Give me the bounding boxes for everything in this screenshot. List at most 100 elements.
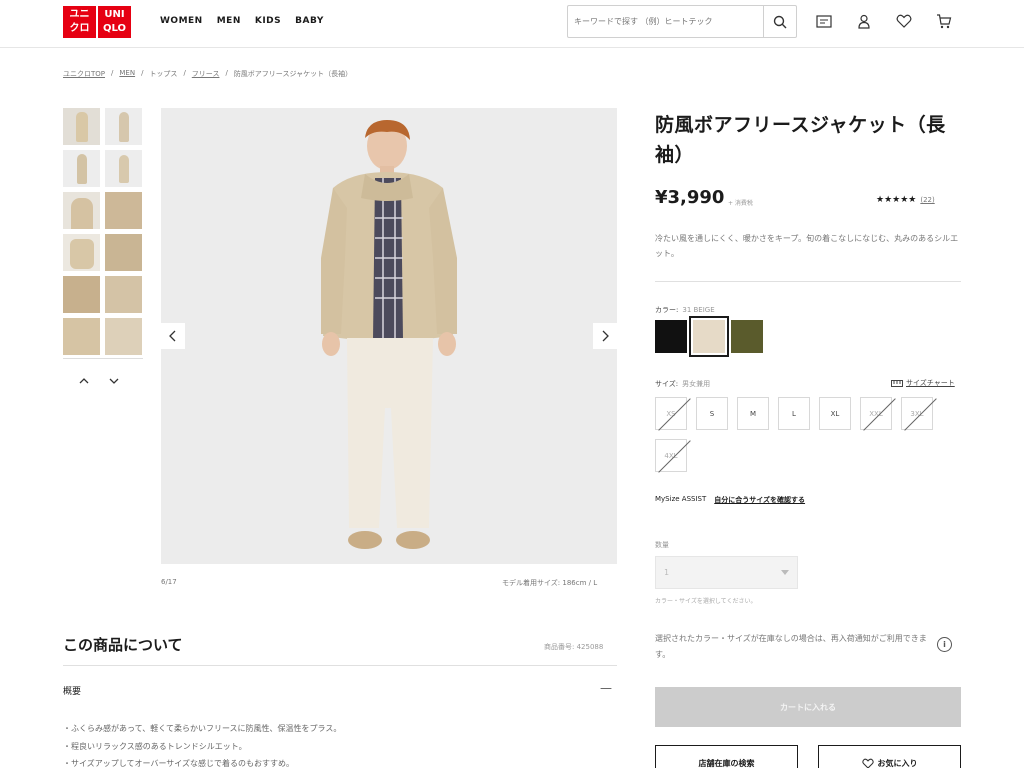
favorite-label: お気に入り — [877, 758, 918, 768]
search-button[interactable] — [763, 6, 796, 37]
size-label: サイズ: 男女兼用 — [655, 379, 710, 389]
heart-icon[interactable] — [895, 12, 913, 30]
header-icons — [815, 12, 953, 30]
prev-image-button[interactable] — [161, 323, 185, 349]
color-value: 31 BEIGE — [682, 306, 715, 314]
thumbnail[interactable] — [105, 318, 142, 355]
heart-icon — [861, 758, 874, 768]
size-option-3xl[interactable]: 3XL — [901, 397, 933, 430]
size-value: 男女兼用 — [682, 380, 711, 388]
chevron-up-icon[interactable] — [78, 376, 90, 386]
logo-latin-block: UNI QLO — [98, 6, 131, 38]
chevron-down-icon — [781, 570, 789, 575]
breadcrumb-current: 防風ボアフリースジャケット（長袖） — [233, 70, 353, 78]
add-to-cart-button[interactable]: カートに入れる — [655, 687, 961, 727]
store-stock-button[interactable]: 店舗在庫の検索 — [655, 745, 798, 768]
thumbnail-selected[interactable] — [105, 150, 142, 187]
logo-katakana-block: ユニ クロ — [63, 6, 96, 38]
model-size-info: モデル着用サイズ: 186cm / L — [502, 579, 598, 587]
color-swatch-black[interactable] — [655, 320, 687, 353]
site-header: ユニ クロ UNI QLO WOMEN MEN KIDS BABY — [0, 0, 1024, 48]
uniqlo-logo[interactable]: ユニ クロ UNI QLO — [63, 6, 131, 38]
size-option-m[interactable]: M — [737, 397, 769, 430]
thumbnail[interactable] — [63, 150, 100, 187]
nav-kids[interactable]: KIDS — [255, 16, 281, 26]
thumbnail[interactable] — [63, 192, 100, 229]
divider — [655, 281, 961, 282]
thumbnail[interactable] — [105, 192, 142, 229]
about-divider — [63, 665, 617, 666]
size-option-xl[interactable]: XL — [819, 397, 851, 430]
breadcrumb-tops[interactable]: トップス — [149, 69, 177, 79]
chevron-down-icon[interactable] — [108, 376, 120, 386]
product-description: 冷たい風を通しにくく、暖かさをキープ。旬の着こなしになじむ、丸みのあるシルエット… — [655, 234, 959, 258]
ruler-icon — [891, 379, 903, 387]
color-label: カラー: 31 BEIGE — [655, 305, 715, 315]
product-title: 防風ボアフリースジャケット（長袖） — [655, 114, 946, 166]
user-icon[interactable] — [855, 12, 873, 30]
size-option-s[interactable]: S — [696, 397, 728, 430]
thumbnail[interactable] — [63, 318, 100, 355]
color-swatch-olive[interactable] — [731, 320, 763, 353]
image-counter: 6/17 — [161, 578, 177, 586]
overview-heading[interactable]: 概要 — [63, 684, 81, 697]
thumbnail[interactable] — [105, 234, 142, 271]
breadcrumb-men[interactable]: MEN — [119, 69, 135, 79]
size-option-xxl[interactable]: XXL — [860, 397, 892, 430]
size-option-4xl[interactable]: 4XL — [655, 439, 687, 472]
nav-men[interactable]: MEN — [217, 16, 241, 26]
quantity-value: 1 — [664, 568, 670, 577]
size-label-text: サイズ: — [655, 380, 679, 388]
chevron-left-icon — [169, 330, 176, 342]
thumbnail[interactable] — [63, 234, 100, 271]
size-options: XS S M L XL XXL 3XL 4XL — [655, 397, 955, 472]
store-stock-label: 店舗在庫の検索 — [698, 758, 755, 768]
overview-collapse-toggle[interactable]: — — [600, 681, 612, 695]
breadcrumb-home[interactable]: ユニクロTOP — [63, 69, 105, 79]
main-nav: WOMEN MEN KIDS BABY — [160, 16, 324, 26]
size-chart-link[interactable]: サイズチャート — [891, 378, 955, 388]
thumbnail[interactable] — [63, 276, 100, 313]
color-swatch-beige[interactable] — [689, 316, 729, 357]
thumbnail-divider — [63, 358, 143, 359]
main-product-image — [161, 108, 617, 564]
about-section-title: この商品について — [63, 636, 183, 654]
feature-line: ・程良いリラックス感のあるトレンドシルエット。 — [63, 742, 247, 751]
quantity-note: カラー・サイズを選択してください。 — [655, 598, 757, 605]
review-count[interactable]: (22) — [920, 196, 934, 204]
mysize-link[interactable]: 自分に合うサイズを確認する — [714, 495, 805, 505]
quantity-label: 数量 — [655, 541, 669, 549]
cart-icon[interactable] — [935, 12, 953, 30]
breadcrumb-fleece[interactable]: フリース — [192, 69, 220, 79]
color-swatches — [655, 316, 763, 357]
thumbnail[interactable] — [105, 276, 142, 313]
rating[interactable]: ★★★★★ (22) — [876, 195, 935, 205]
size-option-xs[interactable]: XS — [655, 397, 687, 430]
size-chart-text: サイズチャート — [906, 379, 955, 387]
favorite-button[interactable]: お気に入り — [818, 745, 961, 768]
nav-baby[interactable]: BABY — [295, 16, 324, 26]
search-icon — [773, 15, 787, 28]
search-box — [567, 5, 797, 38]
info-icon[interactable]: i — [937, 637, 952, 652]
restock-note: 選択されたカラー・サイズが在庫なしの場合は、再入荷通知がご利用できます。 — [655, 634, 927, 659]
feature-line: ・サイズアップしてオーバーサイズな感じで着るのもおすすめ。 — [63, 759, 295, 768]
chevron-right-icon — [602, 330, 609, 342]
color-label-text: カラー: — [655, 306, 679, 314]
thumbnail[interactable] — [105, 108, 142, 145]
feature-line: ・ふくらみ感があって、軽くて柔らかいフリースに防風性、保温性をプラス。 — [63, 724, 342, 733]
item-number: 商品番号: 425088 — [544, 643, 604, 651]
tax-note: + 消費税 — [728, 200, 753, 207]
rating-stars: ★★★★★ — [876, 195, 917, 205]
next-image-button[interactable] — [593, 323, 617, 349]
membership-card-icon[interactable] — [815, 12, 833, 30]
thumbnail-nav — [78, 376, 120, 386]
mysize-label: MySize ASSIST — [655, 495, 707, 503]
quantity-select[interactable]: 1 — [655, 556, 798, 589]
breadcrumb: ユニクロTOP / MEN / トップス / フリース / 防風ボアフリースジャケット（… — [63, 69, 353, 79]
nav-women[interactable]: WOMEN — [160, 16, 203, 26]
thumbnail[interactable] — [63, 108, 100, 145]
search-input[interactable] — [568, 6, 763, 37]
model-photo — [321, 120, 457, 549]
size-option-l[interactable]: L — [778, 397, 810, 430]
